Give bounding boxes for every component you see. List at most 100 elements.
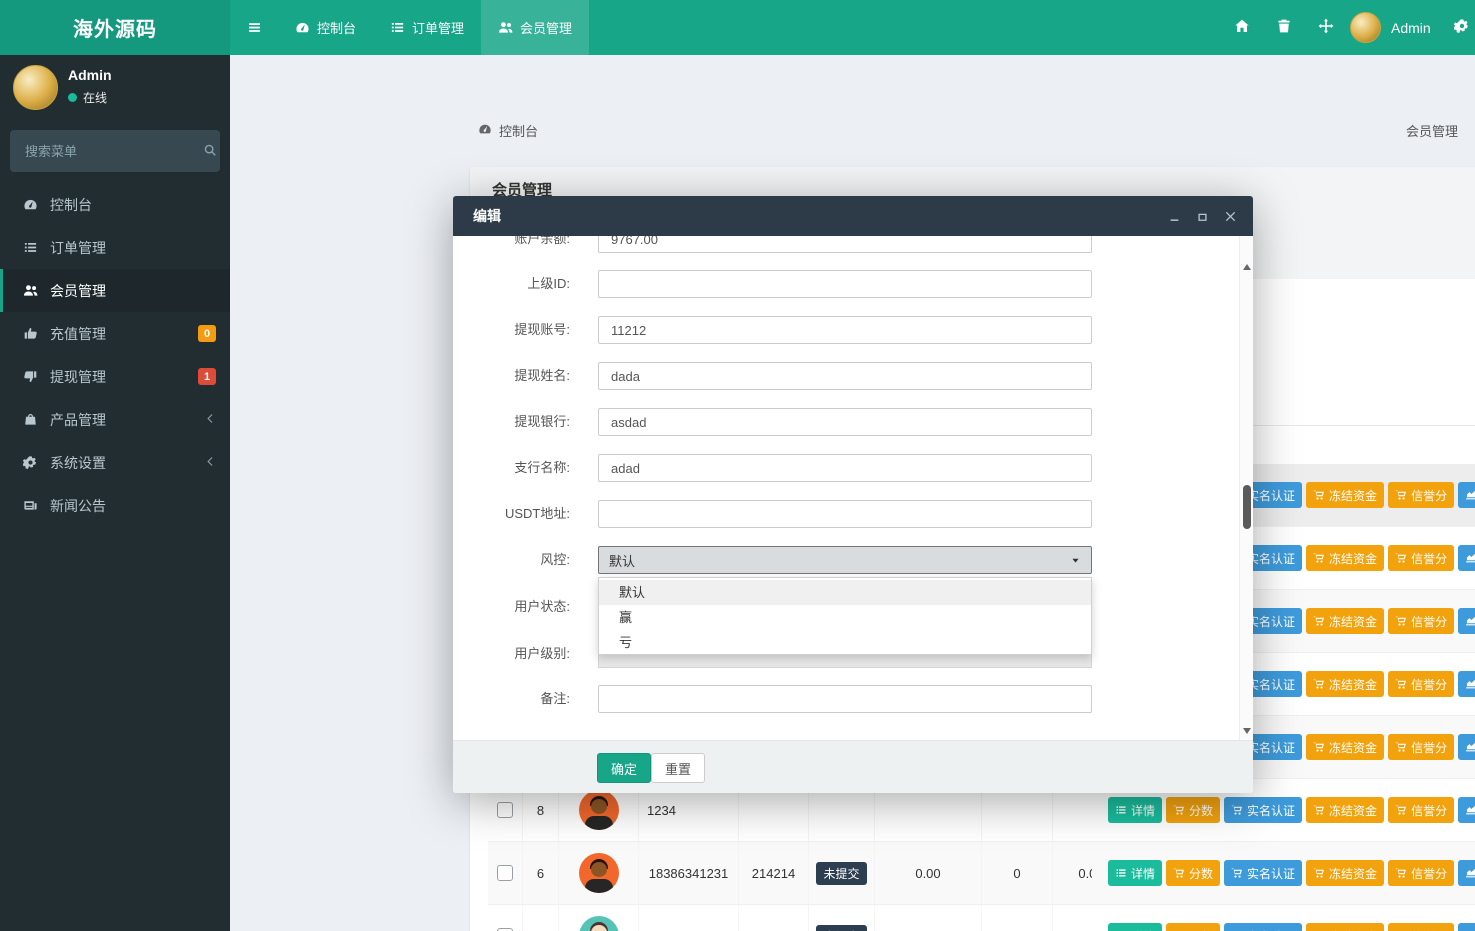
confirm-button[interactable]: 确定 — [597, 753, 651, 783]
cart-icon — [1313, 804, 1325, 816]
detail-button[interactable]: 详情 — [1108, 923, 1162, 931]
dialog-header[interactable]: 编辑 — [453, 196, 1253, 236]
scroll-down-icon[interactable] — [1243, 728, 1251, 734]
sidebar-item-订单管理[interactable]: 订单管理 — [0, 226, 230, 269]
credit-score-button[interactable]: 信誉分 — [1388, 923, 1454, 931]
search-icon[interactable] — [203, 143, 217, 160]
freeze-funds-button[interactable]: 冻结资金 — [1306, 545, 1384, 571]
online-dot-icon — [68, 93, 77, 102]
close-icon[interactable] — [1224, 210, 1237, 223]
home-button[interactable] — [1226, 0, 1258, 55]
users-icon — [498, 20, 513, 35]
navbar-item-会员管理[interactable]: 会员管理 — [481, 0, 589, 55]
score-button[interactable]: 分数 — [1166, 860, 1220, 886]
row-checkbox[interactable] — [497, 865, 513, 881]
navbar-item-订单管理[interactable]: 订单管理 — [373, 0, 481, 55]
withdraw-bank-field[interactable] — [598, 408, 1092, 436]
realname-auth-button[interactable]: 实名认证 — [1224, 797, 1302, 823]
report-button[interactable]: 报表 — [1458, 734, 1475, 760]
freeze-funds-button[interactable]: 冻结资金 — [1306, 671, 1384, 697]
freeze-funds-button[interactable]: 冻结资金 — [1306, 860, 1384, 886]
credit-score-button[interactable]: 信誉分 — [1388, 482, 1454, 508]
credit-score-button[interactable]: 信誉分 — [1388, 860, 1454, 886]
realname-auth-button[interactable]: 实名认证 — [1224, 860, 1302, 886]
detail-button[interactable]: 详情 — [1108, 860, 1162, 886]
user-level-select[interactable] — [598, 655, 1092, 668]
realname-auth-button[interactable]: 实名认证 — [1224, 923, 1302, 931]
score-button[interactable]: 分数 — [1166, 923, 1220, 931]
minimize-icon[interactable] — [1168, 210, 1181, 223]
branch-name-field[interactable] — [598, 454, 1092, 482]
admin-avatar[interactable] — [1350, 12, 1381, 43]
risk-option-default[interactable]: 默认 — [599, 580, 1091, 605]
report-button[interactable]: 报表 — [1458, 545, 1475, 571]
sidebar-item-系统设置[interactable]: 系统设置 — [0, 441, 230, 484]
row-actions: 详情分数实名认证冻结资金信誉分报表设置黑名单冻结 — [1092, 905, 1475, 931]
balance-field[interactable] — [598, 236, 1092, 253]
chart-icon — [1465, 741, 1475, 753]
credit-score-button[interactable]: 信誉分 — [1388, 671, 1454, 697]
sidebar-search — [10, 130, 220, 172]
top-navbar: 海外源码 控制台 订单管理 会员管理 Admin — [0, 0, 1475, 55]
scrollbar-thumb[interactable] — [1243, 485, 1251, 529]
sidebar-item-控制台[interactable]: 控制台 — [0, 183, 230, 226]
row-name: 214214 — [739, 842, 809, 904]
withdraw-name-field[interactable] — [598, 362, 1092, 390]
report-button[interactable]: 报表 — [1458, 482, 1475, 508]
navbar-item-控制台[interactable]: 控制台 — [278, 0, 373, 55]
remark-field[interactable] — [598, 685, 1092, 713]
brand-logo[interactable]: 海外源码 — [0, 0, 230, 55]
table-row: 6 18386341231 214214 未提交 0.00 0 0.00 详情分… — [488, 842, 1475, 905]
menu-search-input[interactable] — [23, 143, 203, 160]
sidebar-item-提现管理[interactable]: 提现管理 1 — [0, 355, 230, 398]
fullscreen-button[interactable] — [1310, 0, 1342, 55]
freeze-funds-button[interactable]: 冻结资金 — [1306, 734, 1384, 760]
sidebar-item-产品管理[interactable]: 产品管理 — [0, 398, 230, 441]
report-button[interactable]: 报表 — [1458, 608, 1475, 634]
sidebar-item-充值管理[interactable]: 充值管理 0 — [0, 312, 230, 355]
breadcrumb-current: 会员管理 — [1406, 121, 1458, 140]
credit-score-button[interactable]: 信誉分 — [1388, 608, 1454, 634]
credit-score-button[interactable]: 信誉分 — [1388, 545, 1454, 571]
report-button[interactable]: 报表 — [1458, 923, 1475, 931]
detail-button[interactable]: 详情 — [1108, 797, 1162, 823]
list-icon — [390, 20, 405, 35]
sidebar-toggle-button[interactable] — [230, 0, 278, 55]
scroll-up-icon[interactable] — [1243, 264, 1251, 270]
freeze-funds-button[interactable]: 冻结资金 — [1306, 482, 1384, 508]
clear-cache-button[interactable] — [1268, 0, 1300, 55]
cart-icon — [1395, 804, 1407, 816]
cart-icon — [1395, 678, 1407, 690]
report-button[interactable]: 报表 — [1458, 860, 1475, 886]
settings-button[interactable] — [1446, 0, 1475, 55]
withdraw-account-field[interactable] — [598, 316, 1092, 344]
dashboard-icon — [295, 20, 310, 35]
report-button[interactable]: 报表 — [1458, 671, 1475, 697]
dialog-scrollbar[interactable] — [1239, 236, 1253, 740]
freeze-funds-button[interactable]: 冻结资金 — [1306, 923, 1384, 931]
cart-icon — [1395, 489, 1407, 501]
row-checkbox[interactable] — [497, 802, 513, 818]
sidebar-item-新闻公告[interactable]: 新闻公告 — [0, 484, 230, 527]
maximize-icon[interactable] — [1196, 210, 1209, 223]
chevron-left-icon — [205, 455, 216, 470]
sidebar-item-会员管理[interactable]: 会员管理 — [0, 269, 230, 312]
risk-option-lose[interactable]: 亏 — [599, 630, 1091, 655]
score-button[interactable]: 分数 — [1166, 797, 1220, 823]
reset-button[interactable]: 重置 — [651, 753, 705, 783]
credit-score-button[interactable]: 信誉分 — [1388, 734, 1454, 760]
report-button[interactable]: 报表 — [1458, 797, 1475, 823]
parent-id-field[interactable] — [598, 270, 1092, 298]
freeze-funds-button[interactable]: 冻结资金 — [1306, 797, 1384, 823]
breadcrumb[interactable]: 控制台 — [478, 121, 538, 140]
risk-option-win[interactable]: 赢 — [599, 605, 1091, 630]
risk-select[interactable]: 默认 — [598, 546, 1092, 574]
credit-score-button[interactable]: 信誉分 — [1388, 797, 1454, 823]
chart-icon — [1465, 489, 1475, 501]
freeze-funds-button[interactable]: 冻结资金 — [1306, 608, 1384, 634]
dialog-body: 账户余额: 上级ID: 提现账号: 提现姓名: 提现银行: 支行名称: — [453, 236, 1239, 740]
usdt-address-field[interactable] — [598, 500, 1092, 528]
admin-name[interactable]: Admin — [1391, 0, 1431, 55]
cart-icon — [1395, 741, 1407, 753]
trash-icon — [1276, 18, 1292, 37]
